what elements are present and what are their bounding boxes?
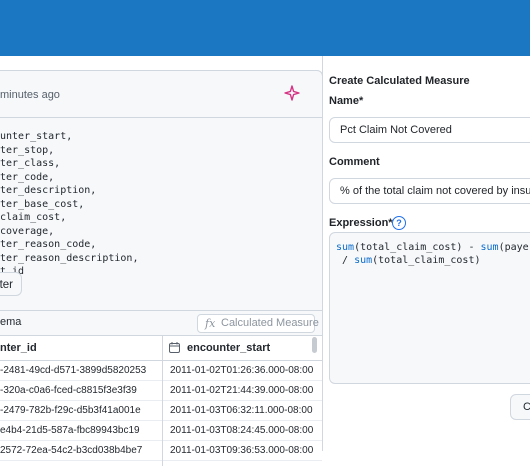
table-cell: e4b4-21d5-587a-fbc89943bc19: [0, 425, 140, 436]
table-row: 2572-72ea-54c2-b3cd038b4be7 2011-01-03T0…: [0, 441, 322, 461]
code-line: ter_reason_code,: [0, 239, 97, 250]
query-timestamp: minutes ago: [0, 89, 60, 101]
code-line: ter_description,: [0, 185, 97, 196]
code-line: claim_cost,: [0, 212, 67, 223]
code-text: (payer_coverage): [498, 242, 530, 253]
column-divider[interactable]: [162, 336, 163, 466]
code-line: ter_class,: [0, 158, 61, 169]
column-header-encounter-id[interactable]: nter_id: [0, 342, 37, 354]
schema-tab[interactable]: ema: [0, 316, 21, 328]
code-text: (total_claim_cost) -: [354, 242, 481, 253]
table-cell: 2011-01-03T06:32:11.000-08:00: [170, 405, 313, 416]
table-scrollbar[interactable]: [312, 337, 317, 353]
top-app-bar: [0, 0, 530, 56]
code-function: sum: [480, 242, 499, 253]
table-header: nter_id encounter_start: [0, 336, 322, 361]
calculated-measure-button[interactable]: fx Calculated Measure: [197, 314, 319, 333]
table-cell: -320a-c0a6-fced-c8815f3e3f39: [0, 385, 137, 396]
code-line: ter_code,: [0, 171, 55, 183]
calendar-icon: [169, 342, 180, 353]
table-cell: 2011-01-03T08:24:45.000-08:00: [170, 425, 314, 436]
expression-code: sum(total_claim_cost) - sum(payer_covera…: [336, 241, 530, 267]
table-cell: -2481-49cd-d571-3899d5820253: [0, 365, 147, 376]
code-text: /: [336, 255, 355, 266]
panel-title: Create Calculated Measure: [329, 75, 470, 87]
code-line: unter_start,: [0, 131, 73, 142]
table-row: -320a-c0a6-fced-c8815f3e3f39 2011-01-02T…: [0, 381, 322, 401]
help-icon[interactable]: ?: [392, 216, 406, 230]
column-header-encounter-start[interactable]: encounter_start: [187, 342, 270, 354]
table-row: -2479-782b-f29c-d5b3f41a001e 2011-01-03T…: [0, 401, 322, 421]
code-function: sum: [354, 255, 373, 266]
code-line: t_id: [0, 265, 300, 279]
code-function: sum: [336, 242, 355, 253]
query-header: minutes ago: [0, 71, 322, 118]
name-label: Name*: [329, 95, 364, 107]
expression-label: Expression*: [329, 217, 393, 229]
results-table: ema fx Calculated Measure nter_id encoun…: [0, 310, 323, 466]
table-row: -2481-49cd-d571-3899d5820253 2011-01-02T…: [0, 361, 322, 381]
calculated-measure-panel: Create Calculated Measure Name* Pct Clai…: [323, 56, 530, 442]
table-cell: 2011-01-02T01:26:36.000-08:00: [170, 365, 314, 376]
table-cell: -2479-782b-f29c-d5b3f41a001e: [0, 405, 141, 416]
query-panel: minutes ago unter_start, ter_stop, ter_cla…: [0, 56, 323, 466]
name-input[interactable]: Pct Claim Not Covered: [329, 117, 530, 143]
results-toolbar: ema fx Calculated Measure: [0, 311, 322, 336]
code-line: ter_base_cost,: [0, 198, 85, 210]
calculated-measure-label: Calculated Measure: [221, 317, 319, 329]
code-line: coverage,: [0, 225, 55, 237]
filter-button[interactable]: ter: [0, 272, 22, 296]
table-row: e4b4-21d5-587a-fbc89943bc19 2011-01-03T0…: [0, 421, 322, 441]
table-cell: 2011-01-03T09:36:53.000-08:00: [170, 445, 314, 456]
comment-label: Comment: [329, 156, 380, 168]
table-cell: 2572-72ea-54c2-b3cd038b4be7: [0, 445, 143, 456]
comment-input[interactable]: % of the total claim not covered by insu…: [329, 178, 530, 204]
code-line: ter_reason_description,: [0, 252, 139, 264]
code-text: (total_claim_cost): [372, 255, 481, 266]
fx-icon: fx: [205, 317, 216, 330]
cancel-button[interactable]: Cancel: [510, 394, 530, 420]
table-cell: 2011-01-02T21:44:39.000-08:00: [170, 385, 314, 396]
sql-code[interactable]: unter_start, ter_stop, ter_class, ter_code,…: [0, 130, 300, 314]
code-line: ter_stop,: [0, 144, 55, 156]
ai-sparkle-icon[interactable]: [284, 85, 300, 101]
expression-editor[interactable]: sum(total_claim_cost) - sum(payer_covera…: [329, 232, 530, 384]
query-editor-card: minutes ago unter_start, ter_stop, ter_cla…: [0, 70, 323, 316]
